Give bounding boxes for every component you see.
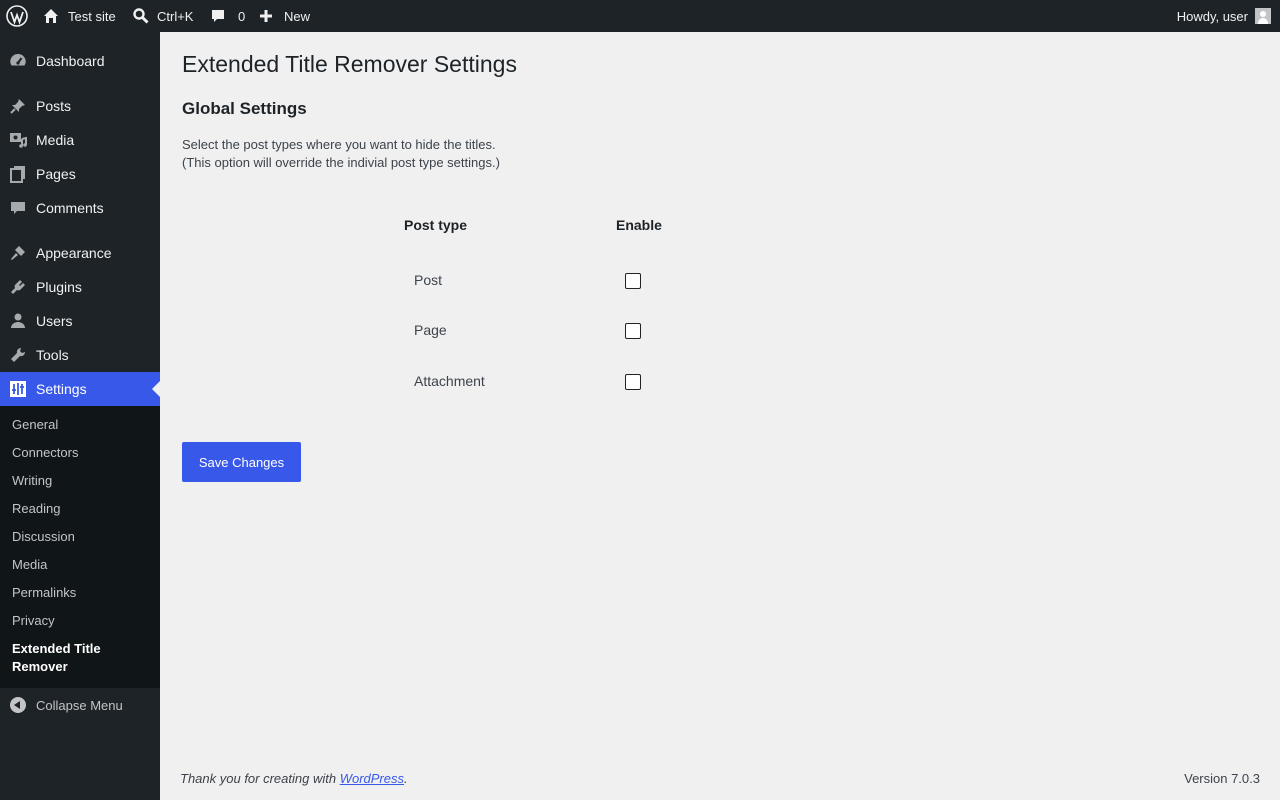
sidebar-item-label: Users <box>36 313 73 329</box>
submenu-item-discussion[interactable]: Discussion <box>12 528 75 546</box>
sidebar-item-tools[interactable]: Tools <box>0 338 160 372</box>
dashboard-icon <box>8 51 28 71</box>
description-line: (This option will override the indivial … <box>182 155 500 170</box>
sidebar-item-posts[interactable]: Posts <box>0 89 160 123</box>
section-description: Select the post types where you want to … <box>182 136 500 172</box>
submenu-item-writing[interactable]: Writing <box>12 472 52 490</box>
pages-icon <box>8 164 28 184</box>
wordpress-logo-icon[interactable] <box>6 0 28 32</box>
search-icon <box>132 7 150 25</box>
comments-count: 0 <box>238 8 246 24</box>
search-shortcut-label: Ctrl+K <box>157 8 194 24</box>
row-label-attachment: Attachment <box>414 373 485 389</box>
save-changes-button[interactable]: Save Changes <box>182 442 301 482</box>
media-icon <box>8 130 28 150</box>
greeting-label: Howdy, user <box>1176 8 1248 24</box>
plugin-icon <box>8 277 28 297</box>
collapse-arrow-icon <box>10 697 26 713</box>
sidebar-item-appearance[interactable]: Appearance <box>0 236 160 270</box>
sidebar-item-users[interactable]: Users <box>0 304 160 338</box>
enable-checkbox-page[interactable] <box>625 323 641 339</box>
submenu-item-connectors[interactable]: Connectors <box>12 444 78 462</box>
my-account-link[interactable]: Howdy, user <box>1177 0 1271 32</box>
sidebar-item-label: Media <box>36 132 75 148</box>
sidebar-item-label: Appearance <box>36 245 112 261</box>
sidebar-item-settings[interactable]: Settings <box>0 372 160 406</box>
wrench-icon <box>8 345 28 365</box>
footer-thanks: Thank you for creating with WordPress. <box>180 771 408 786</box>
comment-icon <box>209 7 227 25</box>
enable-checkbox-post[interactable] <box>625 273 641 289</box>
footer-thanks-suffix: . <box>404 771 408 786</box>
home-icon <box>42 7 60 25</box>
sidebar-item-comments[interactable]: Comments <box>0 191 160 225</box>
collapse-menu-label: Collapse Menu <box>36 697 123 713</box>
sidebar-item-label: Settings <box>36 381 87 397</box>
comment-icon <box>8 198 28 218</box>
admin-bar: Test site Ctrl+K 0 New Howdy, user <box>0 0 1280 32</box>
site-name-link[interactable]: Test site <box>42 0 116 32</box>
sidebar-item-plugins[interactable]: Plugins <box>0 270 160 304</box>
command-search-link[interactable]: Ctrl+K <box>132 0 193 32</box>
sidebar-item-label: Plugins <box>36 279 82 295</box>
submenu-item-extended-title-remover[interactable]: Extended Title Remover <box>12 640 132 676</box>
pin-icon <box>8 96 28 116</box>
sidebar-item-media[interactable]: Media <box>0 123 160 157</box>
plus-icon <box>258 8 274 24</box>
admin-sidebar: Dashboard Posts Media Pages Comments App… <box>0 32 160 800</box>
version-label: Version 7.0.3 <box>1184 771 1260 786</box>
settings-icon <box>8 379 28 399</box>
enable-checkbox-attachment[interactable] <box>625 374 641 390</box>
wordpress-link[interactable]: WordPress <box>340 771 404 786</box>
avatar <box>1255 8 1271 24</box>
submenu-item-general[interactable]: General <box>12 416 58 434</box>
column-header-post-type: Post type <box>404 217 468 233</box>
new-label: New <box>284 8 311 24</box>
row-label-page: Page <box>414 322 447 338</box>
comments-link[interactable]: 0 <box>209 0 245 32</box>
sidebar-item-label: Dashboard <box>36 53 105 69</box>
row-label-post: Post <box>414 272 443 288</box>
new-content-link[interactable]: New <box>258 0 310 32</box>
sidebar-item-label: Pages <box>36 166 76 182</box>
description-line: Select the post types where you want to … <box>182 137 496 152</box>
submenu-item-permalinks[interactable]: Permalinks <box>12 584 76 602</box>
collapse-menu-button[interactable]: Collapse Menu <box>0 688 160 722</box>
site-name-label: Test site <box>68 8 116 24</box>
column-header-enable: Enable <box>616 217 662 233</box>
sidebar-item-pages[interactable]: Pages <box>0 157 160 191</box>
sidebar-item-label: Comments <box>36 200 104 216</box>
sidebar-item-label: Tools <box>36 347 69 363</box>
sidebar-item-label: Posts <box>36 98 72 114</box>
footer-thanks-text: Thank you for creating with <box>180 771 340 786</box>
submenu-item-reading[interactable]: Reading <box>12 500 60 518</box>
submenu-item-privacy[interactable]: Privacy <box>12 612 55 630</box>
brush-icon <box>8 243 28 263</box>
submenu-item-media[interactable]: Media <box>12 556 47 574</box>
sidebar-item-dashboard[interactable]: Dashboard <box>0 44 160 78</box>
page-title: Extended Title Remover Settings <box>182 51 517 77</box>
user-icon <box>8 311 28 331</box>
section-title: Global Settings <box>182 99 307 118</box>
